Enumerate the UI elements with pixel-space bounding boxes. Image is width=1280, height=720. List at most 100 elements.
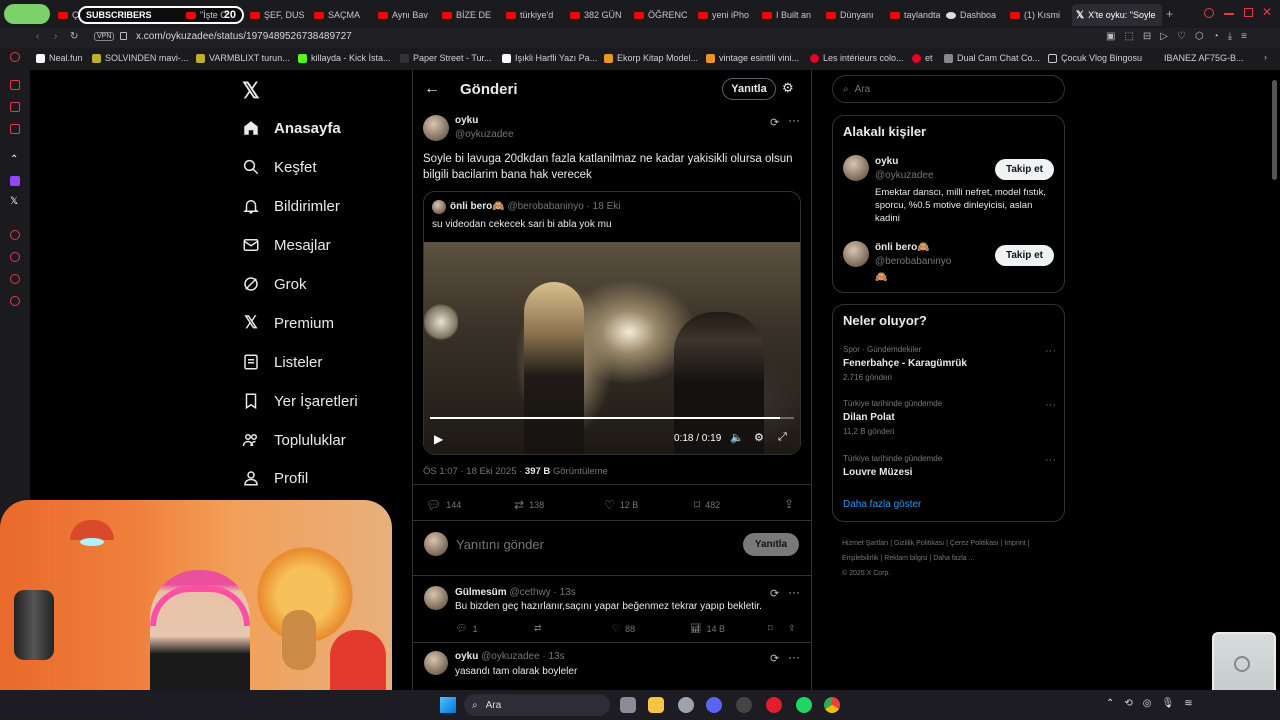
reply-avatar[interactable] [424, 586, 448, 610]
settings-icon[interactable] [678, 697, 694, 713]
url-field[interactable]: x.com/oykuzadee/status/19794895267384897… [136, 31, 352, 42]
tab-6[interactable]: BİZE DE [442, 4, 500, 26]
person-name[interactable]: oyku [875, 156, 898, 167]
chrome-icon[interactable] [824, 697, 840, 713]
post-time[interactable]: ÖS 1:07 · 18 Eki 2025 · [423, 466, 522, 477]
download-icon[interactable]: ⤓ [1228, 31, 1232, 42]
nav-messages[interactable]: Mesajlar [242, 236, 331, 254]
person-handle[interactable]: @oykuzadee [875, 170, 934, 181]
tab-7[interactable]: türkiye'd [506, 4, 564, 26]
vpn-badge[interactable]: VPN [94, 32, 115, 41]
grok-post-icon[interactable]: ⟳ [770, 116, 779, 129]
reply-name[interactable]: oyku [455, 651, 478, 662]
settings-icon[interactable]: ⚙ [754, 431, 764, 444]
folder-icon[interactable] [648, 697, 664, 713]
footer-link[interactable]: Reklam bilgisi [884, 555, 927, 562]
sidebar-icon[interactable] [10, 80, 20, 90]
author-handle[interactable]: @oykuzadee [455, 129, 514, 140]
kick-sidebar-icon[interactable]: ⌃ [10, 154, 18, 165]
nav-bookmarks[interactable]: Yer İşaretleri [242, 392, 358, 410]
start-icon[interactable] [440, 697, 456, 713]
bookmark-6[interactable]: Işıkli Harfli Yazı Pa... [502, 53, 597, 63]
x-logo-icon[interactable]: 𝕏 [242, 78, 260, 104]
repost-action[interactable]: ⇄ 138 [514, 498, 544, 512]
maximize-icon[interactable] [1244, 8, 1253, 17]
person-handle[interactable]: @berobabaninyo [875, 256, 951, 267]
nav-profile[interactable]: Profil [242, 469, 308, 487]
tab-3[interactable]: ŞEF, DUS [250, 4, 308, 26]
tray-icon[interactable]: ◎ [1143, 698, 1152, 709]
share-action[interactable]: ⇪ [784, 497, 794, 511]
sidebar-icon[interactable] [10, 102, 20, 112]
bookmarks-nav-icon[interactable] [10, 52, 20, 62]
bookmark-2[interactable]: SOLVINDEN mavi-... [92, 53, 188, 63]
reply-avatar[interactable] [424, 651, 448, 675]
follow-button[interactable]: Takip et [995, 159, 1054, 180]
trend-item[interactable]: Spor · Gündemdekiler Fenerbahçe - Karagü… [843, 345, 1058, 387]
bookmark-4[interactable]: killayda - Kick İsta... [298, 53, 391, 63]
opera-icon[interactable] [766, 697, 782, 713]
twitch-icon[interactable] [10, 176, 20, 186]
video-player[interactable]: ▶ 0:18 / 0:19 🔈 ⚙ ⤢ [424, 242, 800, 454]
more-icon[interactable]: ··· [1045, 345, 1056, 357]
tab-2[interactable]: "İşte O [186, 4, 242, 26]
scrollbar[interactable] [1272, 80, 1277, 180]
filter-icon[interactable]: ⚙ [782, 80, 794, 96]
forward-icon[interactable]: › [54, 31, 57, 42]
tab-14[interactable]: Dashboa [946, 4, 1004, 26]
bookmark-8[interactable]: vintage esintili vini... [706, 53, 799, 63]
reply-handle[interactable]: @cethwy · 13s [509, 587, 575, 598]
taskbar-search[interactable]: ⌕ Ara [464, 694, 610, 716]
footer-link[interactable]: Hizmet Şartları [842, 540, 888, 547]
nav-explore[interactable]: Keşfet [242, 158, 317, 176]
sidebar-icon[interactable] [10, 252, 20, 262]
more-icon[interactable]: ··· [1045, 399, 1056, 411]
footer-link[interactable]: Çerez Politikası [950, 540, 999, 547]
reply-handle[interactable]: @oykuzadee · 13s [481, 651, 565, 662]
tab-13[interactable]: taylandta [890, 4, 940, 26]
bookmarks-more-icon[interactable]: › [1264, 52, 1267, 62]
follow-button[interactable]: Takip et [995, 245, 1054, 266]
more-icon[interactable]: ··· [1045, 454, 1056, 466]
settings-icon[interactable] [10, 296, 20, 306]
views-action[interactable]: 📊︎ 14 B [690, 623, 725, 634]
footer-link[interactable]: Daha fazla ... [933, 555, 974, 562]
footer-link[interactable]: Gizlilik Politikası [894, 540, 944, 547]
person-avatar[interactable] [843, 155, 869, 181]
spotify-icon[interactable] [796, 697, 812, 713]
screenshot-icon[interactable]: ⬚ [1124, 31, 1133, 42]
chevron-up-icon[interactable]: ⌃ [1106, 698, 1114, 709]
wifi-icon[interactable]: ≋ [1184, 698, 1192, 709]
nav-premium[interactable]: 𝕏 Premium [242, 313, 334, 332]
bookmark-12[interactable]: Çocuk Vlog Bingosu [1048, 53, 1142, 63]
nav-communities[interactable]: Topluluklar [242, 431, 346, 449]
tab-active-x[interactable]: 𝕏 X'te oyku: "Soyle [1072, 4, 1162, 26]
tab-11[interactable]: I Built an [762, 4, 820, 26]
person-avatar[interactable] [843, 241, 869, 267]
browser-logo-icon[interactable] [4, 4, 50, 24]
footer-link[interactable]: Imprint [1004, 540, 1025, 547]
footer-link[interactable]: Erişilebilirlik [842, 555, 879, 562]
trend-item[interactable]: Türkiye tarihinde gündemde Dilan Polat 1… [843, 399, 1058, 441]
discord-icon[interactable] [706, 697, 722, 713]
author-name[interactable]: oyku [455, 115, 478, 126]
reply-name[interactable]: Gülmesüm [455, 587, 507, 598]
trend-item[interactable]: Türkiye tarihinde gündemde Louvre Müzesi… [843, 454, 1058, 484]
pin-icon[interactable]: ▣ [1106, 31, 1115, 42]
tab-4[interactable]: SAÇMA [314, 4, 372, 26]
compose-input[interactable]: Yanıtını gönder [456, 537, 544, 552]
reload-icon[interactable]: ↻ [70, 31, 78, 42]
bookmark-9[interactable]: Les intérieurs colo... [810, 53, 904, 63]
like-action[interactable]: ♡ 12 B [604, 498, 638, 512]
x-sidebar-icon[interactable]: 𝕏 [10, 196, 18, 207]
tab-5[interactable]: Aynı Bav [378, 4, 436, 26]
bookmark-action[interactable]: ⌑ [768, 623, 773, 634]
nav-notifications[interactable]: Bildirimler [242, 197, 340, 215]
grok-post-icon[interactable]: ⟳ [770, 652, 779, 665]
share-action[interactable]: ⇪ [788, 623, 796, 634]
show-more-link[interactable]: Daha fazla göster [843, 499, 921, 510]
menu-icon[interactable]: ≡ [1241, 31, 1247, 42]
nav-home[interactable]: Anasayfa [242, 119, 341, 137]
tray-icon[interactable]: ⟲ [1124, 698, 1132, 709]
extensions-icon[interactable]: ⬡ [1195, 31, 1204, 42]
